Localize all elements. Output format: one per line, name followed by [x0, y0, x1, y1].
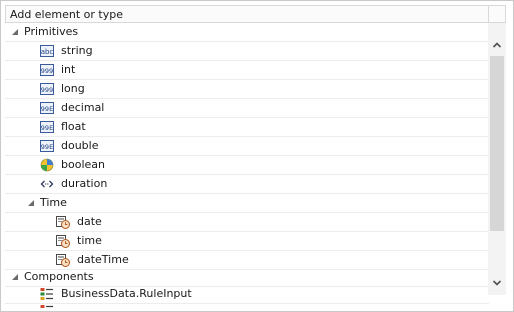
- business-object-icon: [40, 305, 53, 308]
- 99e-type-icon: 99E: [40, 121, 54, 133]
- svg-text:99E: 99E: [41, 105, 53, 113]
- tree-item-label: string: [61, 44, 93, 57]
- tree-item-partial[interactable]: [5, 304, 489, 311]
- duration-type-icon: [40, 180, 54, 188]
- tree-group-label: Time: [40, 196, 67, 209]
- tree-item-label: time: [77, 234, 102, 247]
- tree-item-long[interactable]: 999 long: [5, 80, 489, 99]
- tree-item-label: dateTime: [77, 253, 129, 266]
- column-header-title: Add element or type: [10, 8, 123, 21]
- expanded-triangle-icon[interactable]: [27, 199, 35, 207]
- scroll-up-arrow-icon[interactable]: [492, 40, 502, 50]
- calendar-clock-icon: [56, 235, 70, 248]
- tree-item-string[interactable]: abc string: [5, 42, 489, 61]
- 999-type-icon: 999: [40, 83, 54, 95]
- tree-item-label: int: [61, 63, 76, 76]
- tree-item-time[interactable]: time: [5, 232, 489, 251]
- expanded-triangle-icon[interactable]: [11, 28, 19, 36]
- tree-group-primitives[interactable]: Primitives: [5, 23, 489, 42]
- tree-item-label: long: [61, 82, 85, 95]
- tree-group-time[interactable]: Time: [5, 194, 489, 213]
- scroll-down-arrow-icon[interactable]: [492, 278, 502, 288]
- 99e-type-icon: 99E: [40, 102, 54, 114]
- tree-item-decimal[interactable]: 99E decimal: [5, 99, 489, 118]
- tree-item-label: BusinessData.RuleInput: [61, 287, 192, 300]
- boolean-type-icon: [40, 158, 54, 172]
- scrollbar-thumb[interactable]: [490, 56, 504, 231]
- tree-item-label: double: [61, 139, 99, 152]
- calendar-clock-icon: [56, 254, 70, 267]
- vertical-scrollbar[interactable]: [488, 23, 506, 295]
- tree-item-int[interactable]: 999 int: [5, 61, 489, 80]
- tree-item-boolean[interactable]: boolean: [5, 156, 489, 175]
- tree-item-label: decimal: [61, 101, 105, 114]
- tree-item-label: float: [61, 120, 86, 133]
- type-tree: Primitives abc string 999 int 999 long 9…: [5, 23, 489, 311]
- business-object-icon: [40, 288, 53, 300]
- tree-item-label: date: [77, 215, 102, 228]
- column-header: Add element or type: [5, 5, 488, 23]
- 99e-type-icon: 99E: [40, 140, 54, 152]
- tree-item-double[interactable]: 99E double: [5, 137, 489, 156]
- tree-item-label: boolean: [61, 158, 105, 171]
- tree-item-label: duration: [61, 177, 108, 190]
- abc-type-icon: abc: [40, 45, 54, 57]
- svg-text:abc: abc: [41, 48, 54, 56]
- column-header-spacer: [488, 5, 506, 23]
- 999-type-icon: 999: [40, 64, 54, 76]
- svg-text:999: 999: [41, 86, 53, 94]
- tree-group-label: Components: [24, 270, 94, 283]
- calendar-clock-icon: [56, 216, 70, 229]
- tree-item-business-data-rule-input[interactable]: BusinessData.RuleInput: [5, 285, 489, 304]
- add-element-panel: Add element or type Primitives abc strin…: [0, 0, 514, 312]
- expanded-triangle-icon[interactable]: [11, 273, 19, 281]
- svg-text:999: 999: [41, 67, 53, 75]
- svg-text:99E: 99E: [41, 124, 53, 132]
- tree-item-duration[interactable]: duration: [5, 175, 489, 194]
- tree-item-date[interactable]: date: [5, 213, 489, 232]
- tree-group-label: Primitives: [24, 25, 79, 38]
- svg-text:99E: 99E: [41, 143, 53, 151]
- tree-item-float[interactable]: 99E float: [5, 118, 489, 137]
